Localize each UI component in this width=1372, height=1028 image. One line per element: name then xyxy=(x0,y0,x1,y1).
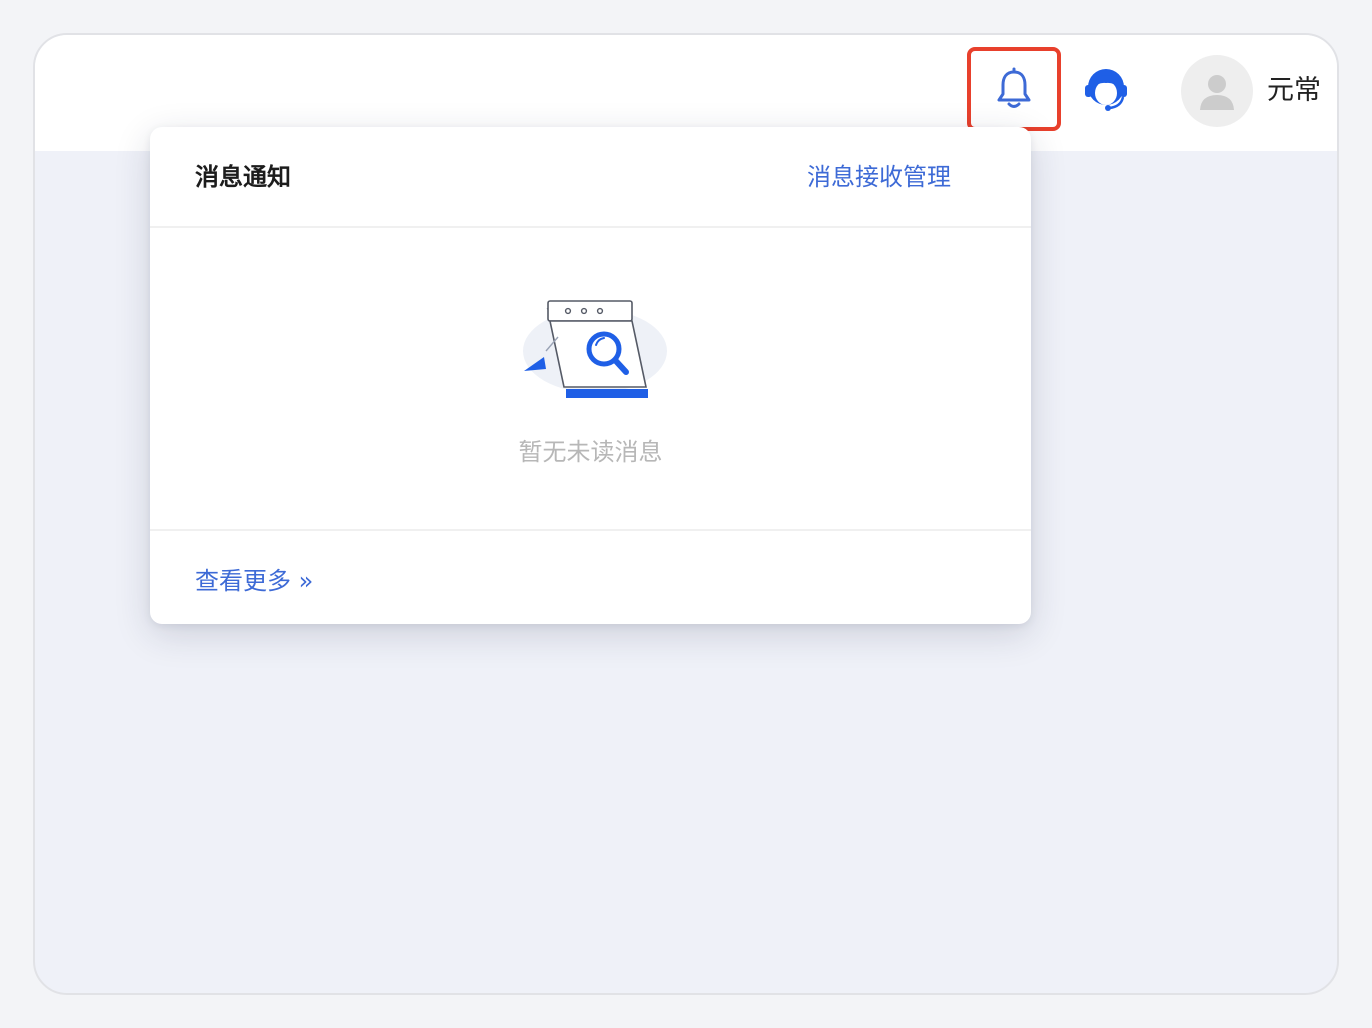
notification-popover: 消息通知 消息接收管理 暂无未读消息 查看更多 » xyxy=(150,127,1031,624)
username-label[interactable]: 元常 xyxy=(1267,73,1321,109)
notification-bell-button[interactable] xyxy=(967,47,1061,131)
popover-footer: 查看更多 » xyxy=(150,529,1031,624)
bell-icon xyxy=(997,67,1031,108)
view-more-link[interactable]: 查看更多 » xyxy=(195,564,313,598)
user-avatar[interactable] xyxy=(1181,55,1253,127)
customer-service-button[interactable] xyxy=(1081,65,1131,115)
popover-header: 消息通知 消息接收管理 xyxy=(150,127,1031,228)
popover-title: 消息通知 xyxy=(195,163,291,191)
message-settings-link[interactable]: 消息接收管理 xyxy=(807,160,951,194)
empty-state-text: 暂无未读消息 xyxy=(518,438,663,466)
customer-service-icon xyxy=(1085,69,1127,111)
user-avatar-icon xyxy=(1200,75,1234,110)
empty-calendar-search-illustration xyxy=(523,300,667,398)
